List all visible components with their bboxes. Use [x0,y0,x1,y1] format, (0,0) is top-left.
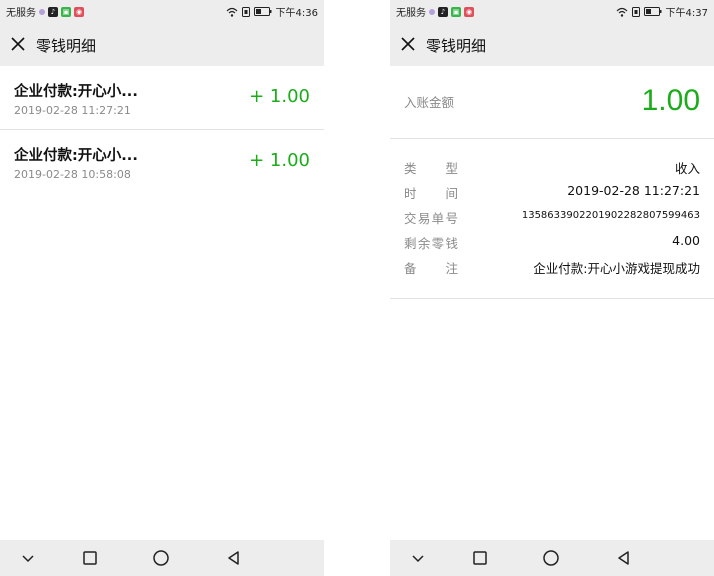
screen-change-detail-list: 无服务 ♪ ▣ ◉ 下午4:36 零钱明细 企业付款:开心小... 2019-0… [0,0,324,576]
detail-label: 类型 [404,158,458,177]
detail-row: 交易单号 1358633902201902282807599463 [404,208,700,230]
chevron-down-icon [22,555,34,563]
detail-label: 交易单号 [404,208,458,227]
screen-change-detail: 无服务 ♪ ▣ ◉ 下午4:37 零钱明细 入账金额 1.00 类 型 收入 时… [390,0,714,576]
close-icon [401,37,415,51]
detail-row: 剩余零钱 4.00 [404,233,700,255]
tiktok-app-icon: ♪ [438,6,448,17]
detail-label-char: 交 [404,211,417,226]
close-button[interactable] [398,34,418,54]
detail-label-char: 注 [445,261,458,276]
page-title: 零钱明细 [426,37,487,55]
wifi-icon [616,7,627,17]
detail-label-char: 钱 [445,236,458,251]
detail-label-char: 易 [417,211,431,226]
status-bar: 无服务 ♪ ▣ ◉ 下午4:36 [0,0,324,22]
close-button[interactable] [8,34,28,54]
green-app-icon: ▣ [61,6,71,17]
detail-label: 时间 [404,183,458,202]
detail-label-char: 时 [404,186,417,201]
nav-recent-button[interactable] [80,548,100,568]
chevron-down-icon [412,555,424,563]
notification-dot-icon [429,8,435,15]
transaction-amount: + 1.00 [249,86,310,107]
navigation-bar [0,540,324,576]
divider [390,138,714,139]
header: 零钱明细 [0,22,324,66]
detail-value: 收入 [674,161,700,176]
square-icon [83,551,97,565]
wifi-icon [226,7,237,17]
nav-home-button[interactable] [151,548,171,568]
detail-value: 2019-02-28 11:27:21 [567,183,700,198]
nav-home-button[interactable] [541,548,561,568]
nav-collapse-button[interactable] [408,548,428,568]
status-bar-left: 无服务 ♪ ▣ ◉ [396,4,474,19]
navigation-bar [390,540,714,576]
tiktok-app-icon: ♪ [48,6,58,17]
amount-value: 1.00 [641,84,700,117]
detail-label-char: 剩 [404,236,417,251]
detail-label-char: 零 [431,236,445,251]
battery-icon [643,7,662,16]
close-icon [11,37,25,51]
transaction-amount: + 1.00 [249,150,310,171]
status-bar: 无服务 ♪ ▣ ◉ 下午4:37 [390,0,714,22]
detail-label-char: 类 [404,161,417,176]
detail-label-char: 间 [445,186,458,201]
transaction-name: 企业付款:开心小... [14,148,138,164]
back-triangle-icon [228,551,239,565]
detail-label: 剩余零钱 [404,233,458,252]
detail-row: 类型收入 [404,158,700,180]
circle-icon [543,550,559,566]
detail-label: 备注 [404,258,458,277]
detail-value: 1358633902201902282807599463 [521,210,700,221]
transaction-time: 2019-02-28 10:58:08 [14,168,131,181]
nav-recent-button[interactable] [470,548,490,568]
detail-label-char: 型 [445,161,458,176]
detail-label-char: 号 [445,211,458,226]
status-time: 下午4:36 [275,8,318,19]
detail-value: 4.00 [672,233,700,248]
square-icon [473,551,487,565]
transaction-item[interactable]: 企业付款:开心小... 2019-02-28 10:58:08 + 1.00 [0,130,324,194]
detail-row: 备注企业付款:开心小游戏提现成功 [404,258,700,280]
sim-icon [631,6,640,17]
status-bar-left: 无服务 ♪ ▣ ◉ [6,4,84,19]
detail-row: 时间 2019-02-28 11:27:21 [404,183,700,205]
notification-dot-icon [39,8,45,15]
nav-back-button[interactable] [224,548,244,568]
carrier-text: 无服务 [396,8,426,19]
green-app-icon: ▣ [451,6,461,17]
transaction-name: 企业付款:开心小... [14,84,138,100]
nav-back-button[interactable] [614,548,634,568]
transaction-item[interactable]: 企业付款:开心小... 2019-02-28 11:27:21 + 1.00 [0,66,324,130]
detail-label-char: 备 [404,261,417,276]
red-app-icon: ◉ [464,6,474,17]
carrier-text: 无服务 [6,8,36,19]
circle-icon [153,550,169,566]
back-triangle-icon [618,551,629,565]
battery-icon [253,7,272,16]
status-time: 下午4:37 [665,8,708,19]
detail-label-char: 余 [417,236,431,251]
red-app-icon: ◉ [74,6,84,17]
status-bar-right: 下午4:37 [616,4,708,19]
amount-label: 入账金额 [404,95,455,110]
detail-value: 企业付款:开心小游戏提现成功 [533,261,700,276]
header: 零钱明细 [390,22,714,66]
nav-collapse-button[interactable] [18,548,38,568]
status-bar-right: 下午4:36 [226,4,318,19]
page-title: 零钱明细 [36,37,97,55]
detail-label-char: 单 [431,211,445,226]
divider [390,298,714,299]
sim-icon [241,6,250,17]
transaction-time: 2019-02-28 11:27:21 [14,104,131,117]
